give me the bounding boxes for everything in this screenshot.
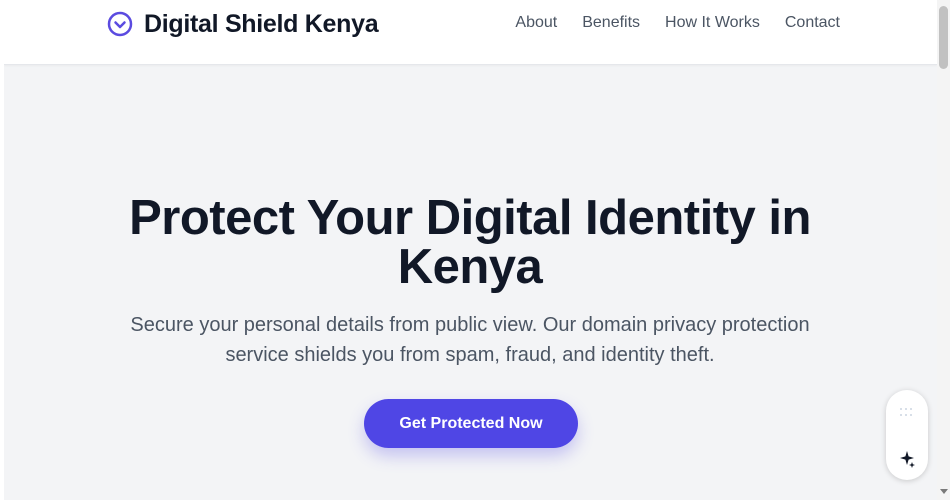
scrollbar-thumb[interactable] [939, 6, 948, 69]
scroll-down-arrow-icon[interactable] [940, 489, 948, 494]
vertical-scrollbar[interactable] [937, 0, 950, 500]
nav-benefits[interactable]: Benefits [582, 14, 640, 32]
page-viewport: Digital Shield Kenya About Benefits How … [4, 0, 937, 500]
hero-section: Protect Your Digital Identity in Kenya S… [4, 64, 937, 500]
nav-how-it-works[interactable]: How It Works [665, 14, 760, 32]
hero-title: Protect Your Digital Identity in Kenya [129, 191, 811, 294]
nav-contact[interactable]: Contact [785, 14, 840, 32]
sparkle-icon[interactable] [898, 450, 916, 468]
hero-subtitle: Secure your personal details from public… [130, 314, 810, 366]
get-protected-button[interactable]: Get Protected Now [364, 399, 578, 448]
main-nav: About Benefits How It Works Contact [515, 14, 840, 32]
site-header: Digital Shield Kenya About Benefits How … [4, 0, 937, 65]
nav-about[interactable]: About [515, 14, 557, 32]
brand[interactable]: Digital Shield Kenya [106, 9, 379, 39]
shield-check-icon [106, 10, 134, 38]
brand-name: Digital Shield Kenya [144, 9, 379, 38]
drag-handle-icon[interactable] [900, 408, 914, 418]
floating-assistant-widget[interactable] [886, 390, 928, 480]
